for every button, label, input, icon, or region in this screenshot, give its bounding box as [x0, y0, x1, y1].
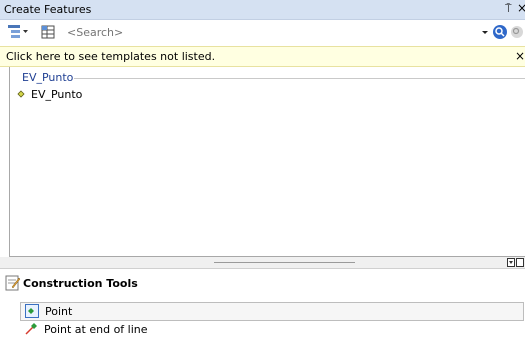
close-icon[interactable]: ×: [517, 1, 525, 15]
template-group-header[interactable]: EV_Punto: [22, 71, 73, 84]
construction-tools-list: Point Point at end of line: [0, 297, 525, 349]
organize-templates-icon: [8, 25, 28, 38]
toolbar: [0, 20, 525, 45]
point-tool-icon: [25, 304, 39, 318]
construction-tool-label: Point: [45, 305, 73, 318]
point-at-end-of-line-icon: [25, 323, 37, 335]
info-bar-text[interactable]: Click here to see templates not listed.: [6, 50, 215, 63]
collapse-icon: [507, 258, 524, 267]
window-title: Create Features: [4, 3, 92, 16]
splitter-grip[interactable]: [214, 262, 355, 263]
clear-search-button[interactable]: [510, 24, 525, 40]
point-symbol-icon: [17, 90, 25, 98]
pin-icon[interactable]: ⍑: [505, 2, 512, 16]
construction-tools-title: Construction Tools: [23, 277, 138, 290]
collapse-pane-button[interactable]: [507, 258, 524, 267]
close-icon[interactable]: ×: [515, 49, 525, 63]
construction-tools-icon: [5, 275, 21, 291]
table-view-icon: [41, 25, 55, 39]
search-button[interactable]: [492, 24, 508, 40]
feature-templates-list: EV_Punto EV_Punto: [9, 67, 525, 256]
organize-templates-button[interactable]: [7, 24, 29, 40]
construction-tool-label: Point at end of line: [44, 323, 148, 336]
feature-template-label: EV_Punto: [31, 88, 83, 101]
chevron-down-icon: [482, 31, 488, 34]
construction-tool-point[interactable]: Point: [20, 302, 524, 321]
group-divider: [74, 78, 525, 79]
construction-tools-header: Construction Tools: [0, 268, 525, 298]
search-input[interactable]: [67, 24, 467, 40]
view-templates-button[interactable]: [40, 24, 60, 40]
construction-tool-point-at-end-of-line[interactable]: Point at end of line: [20, 321, 522, 338]
search-dropdown-button[interactable]: [480, 24, 490, 40]
clear-search-icon: [511, 26, 523, 38]
pane-splitter[interactable]: [0, 257, 525, 268]
window-title-bar: Create Features ⍑ ×: [0, 0, 525, 20]
templates-not-listed-bar[interactable]: Click here to see templates not listed. …: [0, 46, 525, 67]
search-icon: [493, 25, 507, 39]
